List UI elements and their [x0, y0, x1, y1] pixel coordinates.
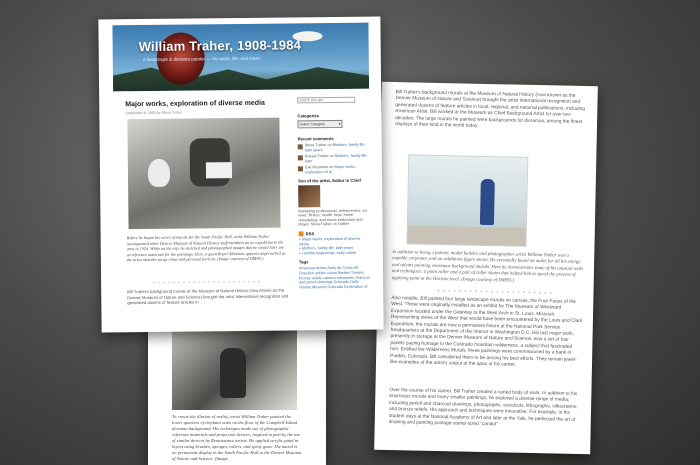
header-mountains — [113, 63, 369, 92]
rss-icon[interactable] — [298, 231, 304, 237]
post-meta: September 8, 2009 by Steve Traher — [125, 110, 183, 116]
right-para-4: Over the course of his career, Bill Trah… — [388, 388, 578, 428]
tag-cloud[interactable]: American Artists Army Air Corps Art Dire… — [299, 266, 371, 290]
avatar — [297, 166, 303, 172]
site-title[interactable]: William Traher, 1908-1984 — [139, 37, 302, 54]
categories-heading: Categories — [297, 113, 320, 119]
rss-item[interactable]: » Humble beginnings, early career — [299, 251, 357, 256]
right-separator: * * * * * * * * * * * * * * * * * * * * … — [437, 288, 553, 298]
comment-on: on — [327, 143, 332, 148]
recent-comment: Russel Traher on Mothers, family life, l… — [297, 154, 370, 164]
albatross-photo — [127, 117, 281, 230]
photo-floor — [407, 225, 526, 246]
about-heading: Son of the artist, Editor in Chief — [298, 177, 361, 183]
chevron-down-icon: ▾ — [338, 121, 341, 126]
comment-on: on — [329, 154, 334, 159]
sidebar: Categories Select Category ▾ Recent comm… — [297, 96, 371, 290]
artist-figure — [220, 348, 246, 398]
rss-label[interactable]: RSS — [306, 231, 315, 236]
rss-item[interactable]: » Major works, exploration of diverse me… — [299, 237, 361, 246]
comment-on: on — [329, 165, 334, 170]
right-para-3: Also notable, Bill painted four large la… — [389, 296, 583, 368]
comment-author[interactable]: Russel Traher — [305, 154, 329, 158]
comment-author[interactable]: Eve Mountain — [305, 165, 328, 169]
recent-comment: Steve Traher on Mothers, family life, la… — [297, 143, 370, 153]
sketchbook — [205, 162, 233, 179]
post-separator: * * * * * * * * * * * * * * * * * * * * … — [153, 279, 261, 286]
about-text: Marketing professional, entrepreneur, ar… — [298, 208, 367, 227]
right-para-1: Bill Traher's background murals at the M… — [394, 90, 586, 129]
category-select-label: Select Category — [299, 122, 326, 127]
comment-author[interactable]: Steve Traher — [305, 143, 327, 147]
artist-figure — [479, 178, 495, 226]
post-title[interactable]: Major works, exploration of diverse medi… — [125, 100, 265, 108]
avatar — [297, 155, 303, 161]
right-page: Bill Traher's background murals at the M… — [374, 81, 598, 455]
albatross — [147, 158, 171, 187]
recent-comments-heading: Recent comments — [297, 136, 334, 142]
roller-skates-photo — [406, 154, 529, 247]
category-select[interactable]: Select Category ▾ — [297, 119, 343, 129]
avatar — [297, 143, 303, 149]
tags-heading: Tags — [298, 259, 309, 265]
recent-comment: Eve Mountain on Major works, exploration… — [297, 165, 370, 175]
bottom-caption: To create the illusion of reality, artis… — [172, 414, 302, 461]
rss-section: RSS — [298, 231, 371, 237]
post-caption: Before he began his series of murals for… — [126, 233, 286, 263]
main-page: William Traher, 1908-1984 A landscape & … — [98, 16, 384, 333]
editor-photo — [298, 184, 321, 207]
search-input[interactable] — [297, 96, 356, 104]
post-body: Bill Traher's background murals at the M… — [127, 287, 289, 306]
right-para-2: In addition to being a painter, model bu… — [391, 250, 584, 284]
